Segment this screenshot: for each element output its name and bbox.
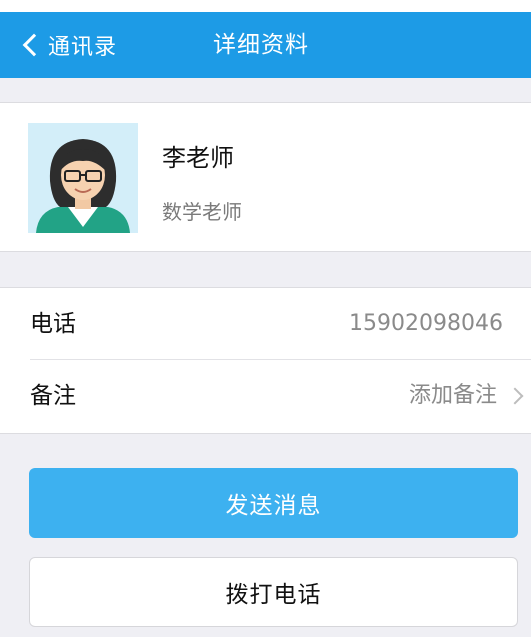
- page-title: 详细资料: [213, 32, 309, 58]
- call-button[interactable]: 拨打电话: [29, 557, 518, 627]
- chevron-right-icon: [506, 387, 524, 405]
- phone-row[interactable]: 电话 15902098046: [0, 288, 531, 360]
- contact-name: 李老师: [162, 144, 234, 172]
- chevron-left-icon: [22, 33, 46, 57]
- profile-card: 李老师 数学老师: [0, 102, 531, 252]
- note-label: 备注: [30, 383, 76, 409]
- info-list: 电话 15902098046 备注 添加备注: [0, 287, 531, 434]
- nav-bar: 通讯录 详细资料: [0, 12, 531, 78]
- avatar[interactable]: [28, 123, 138, 233]
- back-label: 通讯录: [48, 35, 118, 60]
- teacher-avatar-icon: [28, 123, 138, 233]
- status-bar-area: [0, 0, 531, 12]
- contact-title: 数学老师: [162, 200, 242, 224]
- send-message-button[interactable]: 发送消息: [29, 468, 518, 538]
- add-note-value: 添加备注: [408, 383, 497, 408]
- note-row[interactable]: 备注 添加备注: [0, 360, 531, 432]
- back-button[interactable]: 通讯录: [20, 12, 117, 78]
- phone-value: 15902098046: [349, 311, 503, 336]
- phone-label: 电话: [30, 311, 76, 337]
